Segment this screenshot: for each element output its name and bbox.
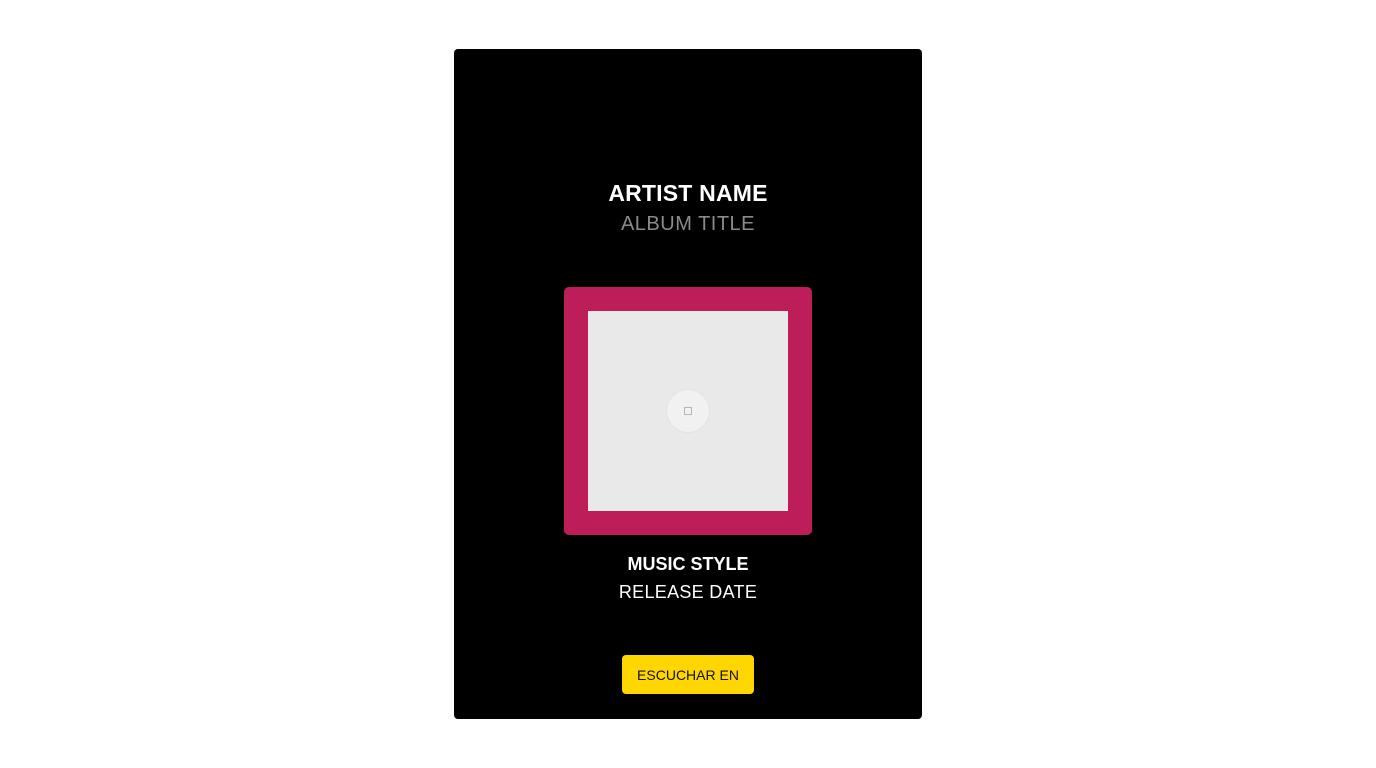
listen-on-button[interactable]: ESCUCHAR EN: [622, 655, 754, 694]
album-card: ARTIST NAME ALBUM TITLE MUSIC STYLE RELE…: [454, 49, 922, 719]
album-cover-image: [588, 311, 788, 511]
release-date: RELEASE DATE: [618, 582, 758, 602]
album-title: ALBUM TITLE: [620, 213, 756, 235]
album-cover-frame: [564, 287, 812, 535]
music-style: MUSIC STYLE: [627, 554, 749, 574]
artist-name: ARTIST NAME: [608, 180, 768, 206]
image-placeholder-icon: [666, 389, 710, 433]
broken-image-icon: [684, 407, 692, 415]
